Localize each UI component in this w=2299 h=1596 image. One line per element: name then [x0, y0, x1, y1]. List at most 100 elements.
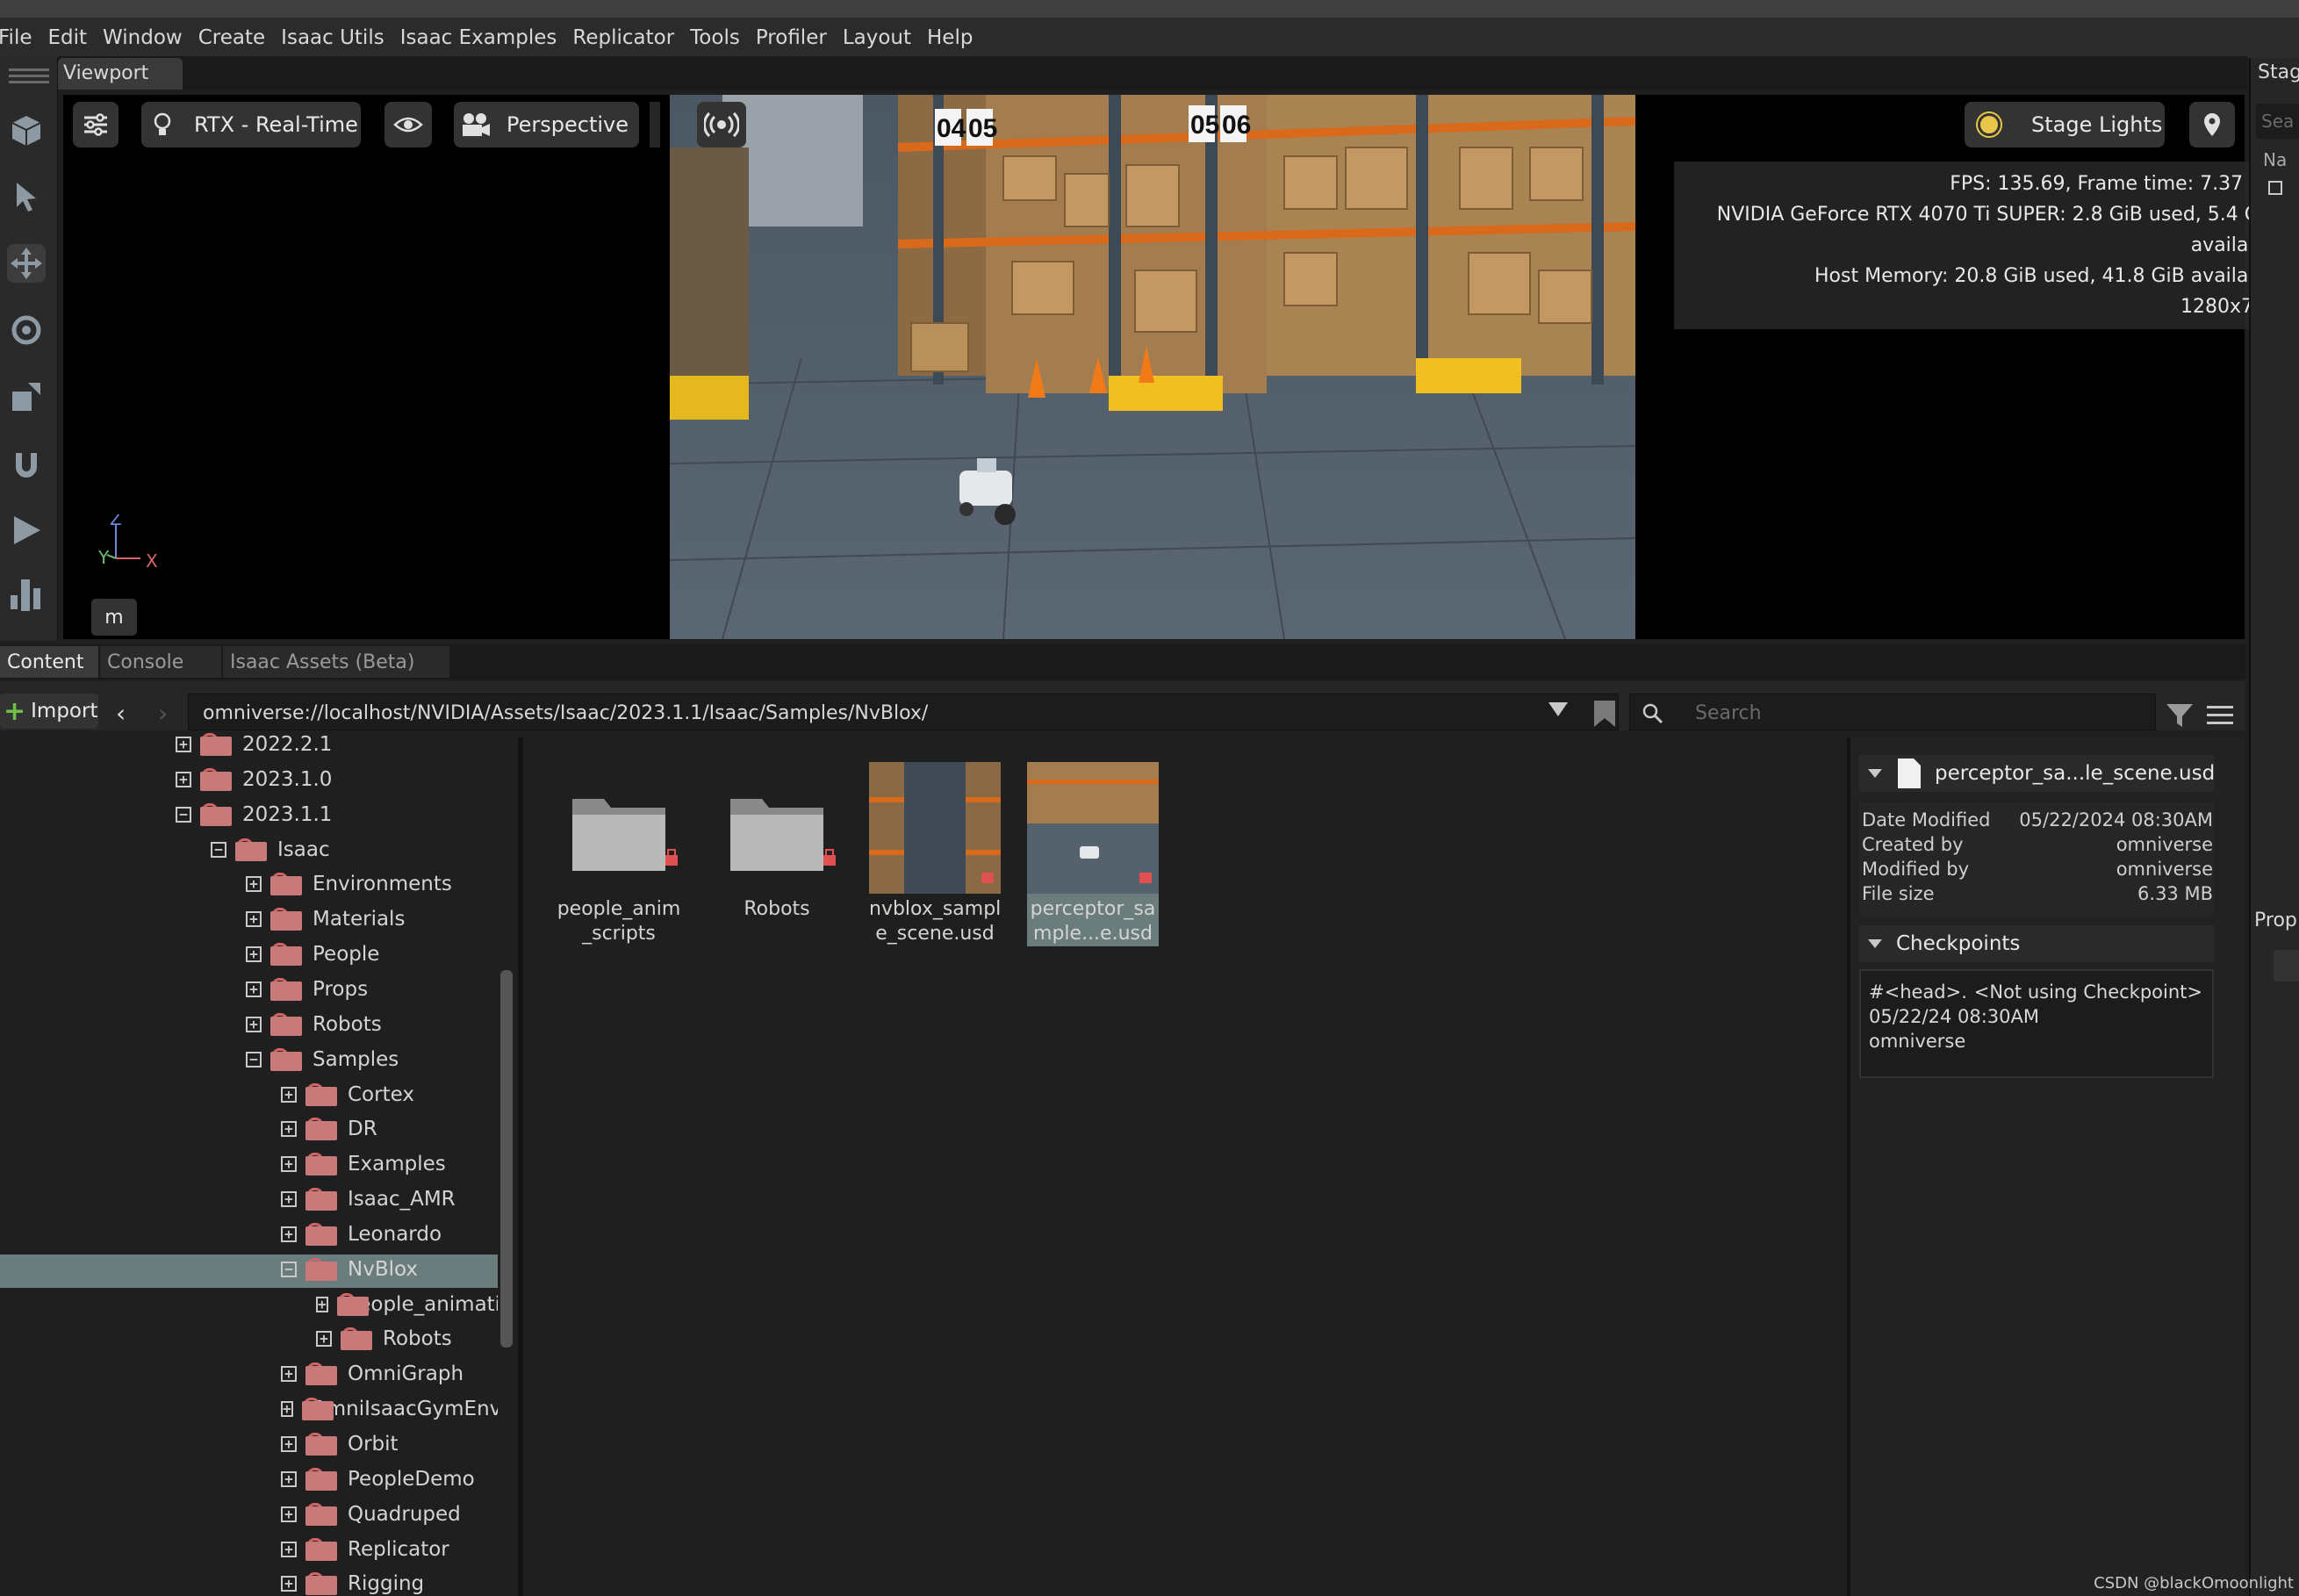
hamburger-menu-icon[interactable] [2207, 704, 2233, 730]
tree-node[interactable]: + Examples [281, 1147, 498, 1181]
menu-replicator[interactable]: Replicator [572, 26, 674, 49]
expand-toggle-icon[interactable]: + [281, 1576, 297, 1592]
tree-node[interactable]: + Robots [316, 1322, 498, 1355]
expand-toggle-icon[interactable]: + [281, 1087, 297, 1103]
tree-node[interactable]: + OmniIsaacGymEnvs [281, 1392, 498, 1426]
collapse-arrow-icon[interactable] [650, 102, 660, 147]
bookmark-icon[interactable] [1592, 699, 1617, 729]
expand-toggle-icon[interactable]: + [176, 737, 191, 752]
tree-node[interactable]: + Cortex [281, 1078, 498, 1111]
tree-node[interactable]: + Leonardo [281, 1218, 498, 1251]
tab-isaac-assets[interactable]: Isaac Assets (Beta) [223, 646, 449, 678]
collapse-triangle-icon[interactable] [1868, 769, 1882, 778]
tree-node[interactable]: + Replicator [281, 1533, 498, 1566]
tree-node[interactable]: − NvBlox [281, 1253, 498, 1286]
stage-title[interactable]: Stag [2258, 61, 2299, 83]
file-item-usd[interactable]: nvblox_sampl e_scene.usd [869, 762, 1001, 946]
menu-create[interactable]: Create [198, 26, 265, 49]
expand-toggle-icon[interactable]: + [281, 1542, 297, 1557]
collapse-toggle-icon[interactable]: − [246, 1052, 262, 1068]
tree-scrollbar[interactable] [500, 970, 513, 1348]
tree-node[interactable]: + Props [246, 973, 498, 1006]
forward-arrow-icon[interactable]: › [158, 699, 168, 728]
select-arrow-icon[interactable] [7, 177, 46, 216]
file-item-folder[interactable]: Robots [711, 762, 843, 922]
tree-node[interactable]: + Rigging [281, 1567, 498, 1596]
settings-sliders-icon[interactable] [73, 102, 119, 147]
tree-node[interactable]: + people_animation_scripts [316, 1288, 498, 1321]
move-icon[interactable] [7, 244, 46, 283]
import-button[interactable]: + Import [0, 694, 98, 729]
collapse-icon[interactable] [2268, 181, 2282, 195]
snap-magnet-icon[interactable] [7, 444, 46, 483]
tree-node[interactable]: − Samples [246, 1043, 498, 1076]
expand-toggle-icon[interactable]: + [246, 876, 262, 892]
tab-console[interactable]: Console [100, 646, 221, 678]
tree-node[interactable]: + Isaac_AMR [281, 1183, 498, 1216]
menu-isaac-utils[interactable]: Isaac Utils [281, 26, 384, 49]
tree-node[interactable]: + Robots [246, 1008, 498, 1041]
collapse-triangle-icon[interactable] [1868, 939, 1882, 948]
expand-toggle-icon[interactable]: + [281, 1436, 297, 1452]
expand-toggle-icon[interactable]: + [281, 1401, 293, 1417]
expand-toggle-icon[interactable]: + [176, 772, 191, 787]
scale-icon[interactable] [7, 377, 46, 416]
collapse-toggle-icon[interactable]: − [176, 807, 191, 823]
tree-node[interactable]: + Environments [246, 867, 498, 901]
collapse-toggle-icon[interactable]: − [211, 842, 226, 858]
tree-node[interactable]: +2023.1.0 [176, 763, 498, 796]
tree-node[interactable]: + DR [281, 1112, 498, 1146]
expand-toggle-icon[interactable]: + [246, 1017, 262, 1032]
play-icon[interactable] [7, 511, 46, 550]
expand-toggle-icon[interactable]: + [281, 1226, 297, 1242]
expand-toggle-icon[interactable]: + [316, 1331, 332, 1347]
collapse-toggle-icon[interactable]: − [281, 1262, 297, 1277]
grip-icon[interactable] [0, 63, 58, 90]
filter-icon[interactable] [2165, 702, 2195, 732]
rotate-icon[interactable] [7, 311, 46, 349]
menu-tools[interactable]: Tools [690, 26, 740, 49]
menu-isaac-examples[interactable]: Isaac Examples [400, 26, 557, 49]
camera-dropdown[interactable]: Perspective [454, 102, 639, 147]
property-button[interactable] [2274, 950, 2299, 981]
menu-window[interactable]: Window [103, 26, 183, 49]
tree-node[interactable]: + Quadruped [281, 1498, 498, 1531]
tab-content[interactable]: Content [0, 646, 98, 678]
tree-node[interactable]: + OmniGraph [281, 1357, 498, 1391]
expand-toggle-icon[interactable]: + [316, 1297, 328, 1312]
render-mode-dropdown[interactable]: RTX - Real-Time [141, 102, 361, 147]
tree-node[interactable]: − 2023.1.1 [176, 798, 498, 831]
tree-node[interactable]: + Materials [246, 902, 498, 936]
expand-toggle-icon[interactable]: + [246, 946, 262, 962]
expand-toggle-icon[interactable]: + [281, 1121, 297, 1137]
file-item-usd-selected[interactable]: perceptor_sa mple...e.usd [1027, 762, 1159, 946]
menu-file[interactable]: File [0, 26, 32, 49]
expand-toggle-icon[interactable]: + [281, 1506, 297, 1522]
create-cube-icon[interactable] [7, 111, 46, 149]
tab-viewport[interactable]: Viewport [58, 58, 183, 90]
menu-edit[interactable]: Edit [48, 26, 88, 49]
menu-help[interactable]: Help [927, 26, 973, 49]
lights-dropdown[interactable]: Stage Lights [1965, 102, 2165, 147]
tree-node[interactable]: + PeopleDemo [281, 1463, 498, 1496]
file-item-folder[interactable]: people_anim _scripts [553, 762, 685, 946]
expand-toggle-icon[interactable]: + [281, 1471, 297, 1487]
path-input[interactable]: omniverse://localhost/NVIDIA/Assets/Isaa… [188, 694, 1619, 730]
expand-toggle-icon[interactable]: + [281, 1191, 297, 1207]
physics-tools-icon[interactable] [7, 576, 46, 615]
tree-node[interactable]: + People [246, 938, 498, 971]
tree-node[interactable]: + Orbit [281, 1427, 498, 1461]
expand-toggle-icon[interactable]: + [246, 911, 262, 927]
menu-layout[interactable]: Layout [843, 26, 911, 49]
stage-search-input[interactable]: Sea [2256, 104, 2299, 139]
checkpoint-item[interactable]: #<head>. <Not using Checkpoint> 05/22/24… [1869, 980, 2202, 1053]
location-pin-icon[interactable] [2189, 102, 2235, 147]
property-title[interactable]: Prop [2254, 909, 2297, 931]
broadcast-icon[interactable] [697, 102, 746, 147]
menu-profiler[interactable]: Profiler [756, 26, 827, 49]
tree-node[interactable]: +2022.2.1 [176, 728, 498, 761]
tree-node[interactable]: − Isaac [211, 833, 498, 866]
search-input[interactable]: Search [1629, 694, 2156, 730]
path-dropdown-icon[interactable] [1548, 702, 1568, 716]
units-button[interactable]: m [91, 599, 137, 636]
